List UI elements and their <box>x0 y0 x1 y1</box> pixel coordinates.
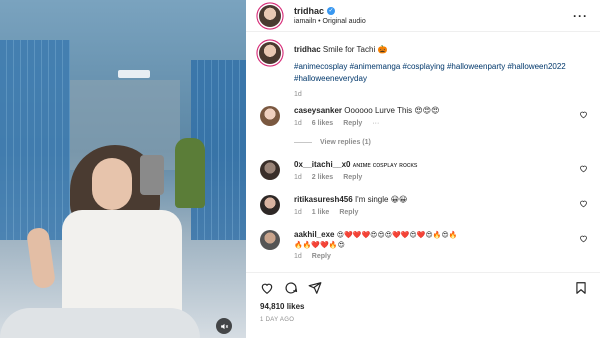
author-username[interactable]: tridhac <box>294 6 324 16</box>
ceiling-lamp <box>118 70 150 78</box>
person-face <box>92 158 132 210</box>
caption-username[interactable]: tridhac <box>294 45 321 54</box>
comment-line: caseysanker Oooooo Lurve This 😍😍😍 <box>294 106 439 115</box>
comment-options-icon[interactable]: ··· <box>372 120 379 127</box>
post-modal: tridhac ✓ iamailn • Original audio ··· t… <box>0 0 600 338</box>
more-horizontal-icon[interactable]: ··· <box>573 9 588 23</box>
mute-icon <box>220 323 228 329</box>
post-details-panel: tridhac ✓ iamailn • Original audio ··· t… <box>246 0 600 338</box>
bookmark-icon[interactable] <box>574 281 588 295</box>
audio-info[interactable]: iamailn • Original audio <box>294 18 366 25</box>
comment-text: ᴀɴɪᴍᴇ ᴄᴏsᴘʟᴀʏ ʀᴏᴄᴋs <box>352 162 418 169</box>
comment-time: 1d <box>294 253 302 260</box>
heart-icon[interactable] <box>579 164 588 173</box>
phone <box>140 155 164 195</box>
view-replies-label: View replies (1) <box>320 139 371 146</box>
post-header: tridhac ✓ iamailn • Original audio ··· <box>246 0 600 32</box>
comment-username[interactable]: caseysanker <box>294 106 342 115</box>
comment-icon[interactable] <box>284 281 298 295</box>
comment-likes[interactable]: 6 likes <box>312 120 333 127</box>
heart-icon[interactable] <box>579 234 588 243</box>
heart-icon[interactable] <box>579 199 588 208</box>
caption-time: 1d <box>294 91 302 98</box>
tile-wall-left <box>0 40 70 240</box>
comment-line: 0x__itachi__x0 ᴀɴɪᴍᴇ ᴄᴏsᴘʟᴀʏ ʀᴏᴄᴋs <box>294 160 417 169</box>
avatar[interactable] <box>259 42 281 64</box>
caption-hashtags[interactable]: #animecosplay #animemanga #cosplaying #h… <box>294 61 584 85</box>
post-video[interactable] <box>0 0 246 338</box>
sink <box>0 308 200 338</box>
post-author[interactable]: tridhac ✓ <box>294 6 336 16</box>
comment-time: 1d <box>294 209 302 216</box>
avatar[interactable] <box>259 5 281 27</box>
comment-line: aakhil_exe 😍❤️❤️❤️😍😍😍❤️❤️😍❤️😍🔥😍🔥 <box>294 230 458 239</box>
post-actions-bar <box>246 272 600 300</box>
avatar[interactable] <box>260 106 280 126</box>
heart-icon[interactable] <box>260 281 274 295</box>
reply-button[interactable]: Reply <box>339 209 358 216</box>
verified-badge-icon: ✓ <box>327 7 336 15</box>
heart-icon[interactable] <box>579 110 588 119</box>
view-replies-button[interactable]: View replies (1) <box>294 139 371 146</box>
comment-time: 1d <box>294 174 302 181</box>
avatar[interactable] <box>260 230 280 250</box>
divider <box>294 142 312 143</box>
comment-username[interactable]: 0x__itachi__x0 <box>294 160 351 169</box>
reply-button[interactable]: Reply <box>343 174 362 181</box>
share-icon[interactable] <box>308 281 322 295</box>
comment-username[interactable]: aakhil_exe <box>294 230 334 239</box>
mute-button[interactable] <box>216 318 232 334</box>
comment-meta: 1d 1 like Reply <box>294 209 358 216</box>
comment-username[interactable]: ritikasuresh456 <box>294 195 353 204</box>
caption-body: tridhac Smile for Tachi 🎃 #animecosplay … <box>294 44 584 101</box>
comment-text: 😍❤️❤️❤️😍😍😍❤️❤️😍❤️😍🔥😍🔥 <box>336 232 458 239</box>
plant <box>175 138 205 208</box>
avatar[interactable] <box>260 160 280 180</box>
likes-count[interactable]: 94,810 likes <box>260 302 304 311</box>
comment-text-continued: 🔥🔥❤️❤️🔥😍 <box>294 242 345 249</box>
caption-text: Smile for Tachi 🎃 <box>322 45 388 54</box>
comment-line: ritikasuresh456 I'm single 😀😀 <box>294 195 407 204</box>
comment-text: I'm single 😀😀 <box>354 195 408 204</box>
post-time: 1 DAY AGO <box>260 317 295 323</box>
comment-text: Oooooo Lurve This 😍😍😍 <box>344 106 440 115</box>
comment-likes[interactable]: 2 likes <box>312 174 333 181</box>
comment-meta: 1d Reply <box>294 253 331 260</box>
comment-time: 1d <box>294 120 302 127</box>
reply-button[interactable]: Reply <box>343 120 362 127</box>
reply-button[interactable]: Reply <box>312 253 331 260</box>
comment-likes[interactable]: 1 like <box>312 209 330 216</box>
avatar[interactable] <box>260 195 280 215</box>
comment-meta: 1d 2 likes Reply <box>294 174 362 181</box>
comment-meta: 1d 6 likes Reply ··· <box>294 120 379 127</box>
